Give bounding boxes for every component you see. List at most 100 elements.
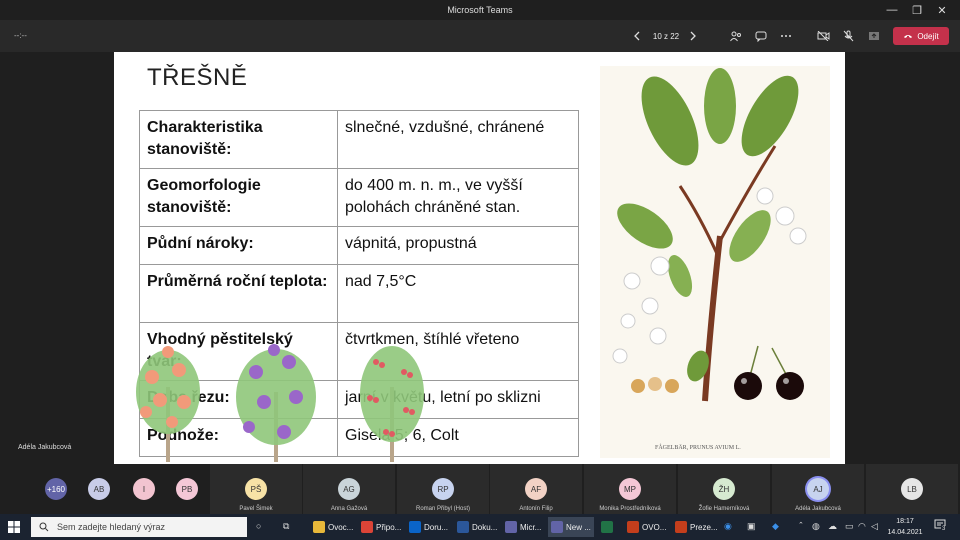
teams-tray-icon[interactable]: ◆	[772, 521, 779, 532]
taskbar-app[interactable]: Micr...	[502, 517, 544, 537]
maximize-button[interactable]: ❐	[905, 0, 929, 20]
teams-window: Microsoft Teams — ❐ ✕ --:-- 10 z 22 Odej…	[0, 0, 960, 540]
task-view-icon[interactable]: ⧉	[283, 521, 289, 532]
participant-tile[interactable]: MP Monika Prostředníková	[584, 464, 676, 514]
participant-tile[interactable]: AB	[88, 464, 110, 514]
table-row: Půdní nároky: vápnitá, propustná	[139, 226, 579, 265]
people-icon	[730, 31, 741, 41]
cortana-icon[interactable]: ○	[256, 521, 261, 531]
participant-tile[interactable]: +160	[45, 464, 67, 514]
network-icon[interactable]: ◍	[812, 521, 820, 532]
taskbar-clock[interactable]: 18:17 14.04.2021	[885, 516, 925, 538]
participant-tile[interactable]: I	[133, 464, 155, 514]
wifi-icon[interactable]: ◠	[858, 521, 866, 532]
taskbar-app-label: Doku...	[472, 522, 498, 532]
participant-tile[interactable]: PB	[176, 464, 198, 514]
leave-button[interactable]: Odejít	[893, 27, 949, 45]
volume-icon[interactable]: ◁	[871, 521, 878, 532]
taskbar-app-label: Preze...	[690, 522, 718, 532]
taskbar-app[interactable]: Doru...	[406, 517, 451, 537]
taskbar-app[interactable]: Ovoc...	[310, 517, 356, 537]
participant-tile[interactable]: AG Anna Gažová	[303, 464, 395, 514]
taskbar-app-label: New ...	[566, 522, 591, 532]
mute-button[interactable]	[840, 28, 856, 44]
close-window-button[interactable]: ✕	[930, 0, 954, 20]
table-row: Charakteristika stanoviště: slnečné, vzdu…	[139, 110, 579, 169]
microphone-off-icon	[843, 30, 853, 42]
participant-tile[interactable]: ŽH Žofie Hamerníková	[678, 464, 770, 514]
windows-taskbar: Sem zadejte hledaný výraz ○ ⧉ Ovoc... Při…	[0, 514, 960, 540]
clock-date: 14.04.2021	[887, 529, 923, 536]
taskbar-app-label: Doru...	[424, 522, 449, 532]
taskbar-app-label: Připo...	[376, 522, 402, 532]
taskbar-app[interactable]: Připo...	[358, 517, 404, 537]
participant-avatar: +160	[45, 478, 67, 500]
camera-off-button[interactable]	[815, 28, 831, 44]
participant-avatar: AB	[88, 478, 110, 500]
notifications-button[interactable]: 3	[934, 519, 947, 533]
row-label: Charakteristika stanoviště:	[139, 110, 338, 169]
camera-off-icon	[817, 31, 829, 41]
share-button[interactable]	[866, 28, 882, 44]
edge-icon[interactable]: ◉	[724, 521, 732, 532]
participant-name: Anna Gažová	[330, 506, 368, 512]
leave-label: Odejít	[917, 31, 939, 41]
taskbar-app[interactable]: OVO...	[624, 517, 669, 537]
phone-hangup-icon	[904, 35, 913, 38]
presenter-name: Adéla Jakubcová	[18, 444, 72, 451]
participants-bar: +160 AB I PB PŠ Pavel Šimek AG Anna Gažová RP Rom…	[0, 464, 960, 514]
taskbar-app[interactable]: New ...	[548, 517, 594, 537]
table-row: Geomorfologie stanoviště: do 400 m. n. m.…	[139, 168, 579, 227]
participant-name: Pavel Šimek	[239, 506, 273, 512]
windows-start-icon[interactable]	[8, 521, 20, 533]
participant-avatar: AJ	[807, 478, 829, 500]
row-label: Průměrná roční teplota:	[139, 264, 338, 323]
slide-title: TŘEŠNĚ	[147, 64, 248, 91]
participant-tile[interactable]: RP Roman Přibyl (Host)	[397, 464, 489, 514]
chevron-up-icon[interactable]: ⌃	[798, 521, 804, 529]
illustration-caption: FÅGELBÄR, PRUNUS AVIUM L.	[655, 443, 741, 451]
row-label: Podnože:	[139, 418, 338, 457]
cherry-info-table: Charakteristika stanoviště: slnečné, vzdu…	[139, 110, 579, 457]
participant-tile[interactable]: LB	[866, 464, 958, 514]
row-value: jarní v květu, letní po sklizni	[337, 380, 579, 419]
search-icon	[39, 522, 49, 532]
powerpoint-icon	[627, 521, 639, 533]
more-icon	[781, 35, 791, 37]
participant-tile[interactable]: AJ Adéla Jakubcová	[772, 464, 864, 514]
participant-name: Monika Prostředníková	[599, 506, 661, 512]
meeting-toolbar: --:-- 10 z 22 Odejít	[0, 20, 960, 52]
taskbar-app[interactable]	[598, 517, 616, 537]
taskbar-app-label: Ovoc...	[328, 522, 354, 532]
title-bar: Microsoft Teams — ❐ ✕	[0, 0, 960, 20]
participant-avatar: PŠ	[245, 478, 267, 500]
participant-tile[interactable]: AF Antonín Filip	[490, 464, 582, 514]
onedrive-icon[interactable]: ☁	[828, 521, 837, 532]
row-label: Doba řezu:	[139, 380, 338, 419]
slide-page-indicator: 10 z 22	[652, 31, 680, 41]
participant-avatar: AF	[525, 478, 547, 500]
participant-tile[interactable]: PŠ Pavel Šimek	[210, 464, 302, 514]
participants-button[interactable]	[728, 28, 744, 44]
meeting-timer: --:--	[14, 31, 27, 40]
taskbar-app[interactable]: Doku...	[454, 517, 500, 537]
next-slide-button[interactable]	[686, 28, 700, 44]
minimize-button[interactable]: —	[880, 0, 904, 20]
row-value: do 400 m. n. m., ve vyšší polohách chrán…	[337, 168, 579, 227]
row-label: Geomorfologie stanoviště:	[139, 168, 338, 227]
more-actions-button[interactable]	[778, 28, 794, 44]
taskbar-search[interactable]: Sem zadejte hledaný výraz	[31, 517, 247, 537]
store-icon[interactable]: ▣	[747, 521, 756, 532]
taskbar-app[interactable]: Preze...	[672, 517, 721, 537]
chat-button[interactable]	[753, 28, 769, 44]
notification-count: 3	[941, 526, 947, 532]
folder-icon	[313, 521, 325, 533]
row-value: Gisela 5; 6, Colt	[337, 418, 579, 457]
participant-name: Roman Přibyl (Host)	[415, 506, 470, 512]
previous-slide-button[interactable]	[630, 28, 644, 44]
chrome-icon	[361, 521, 373, 533]
participant-avatar: LB	[901, 478, 923, 500]
teams-icon	[505, 521, 517, 533]
shared-content-stage: TŘEŠNĚ Charakteristika stanoviště: slnečn…	[0, 52, 960, 464]
battery-icon[interactable]: ▭	[845, 521, 854, 532]
